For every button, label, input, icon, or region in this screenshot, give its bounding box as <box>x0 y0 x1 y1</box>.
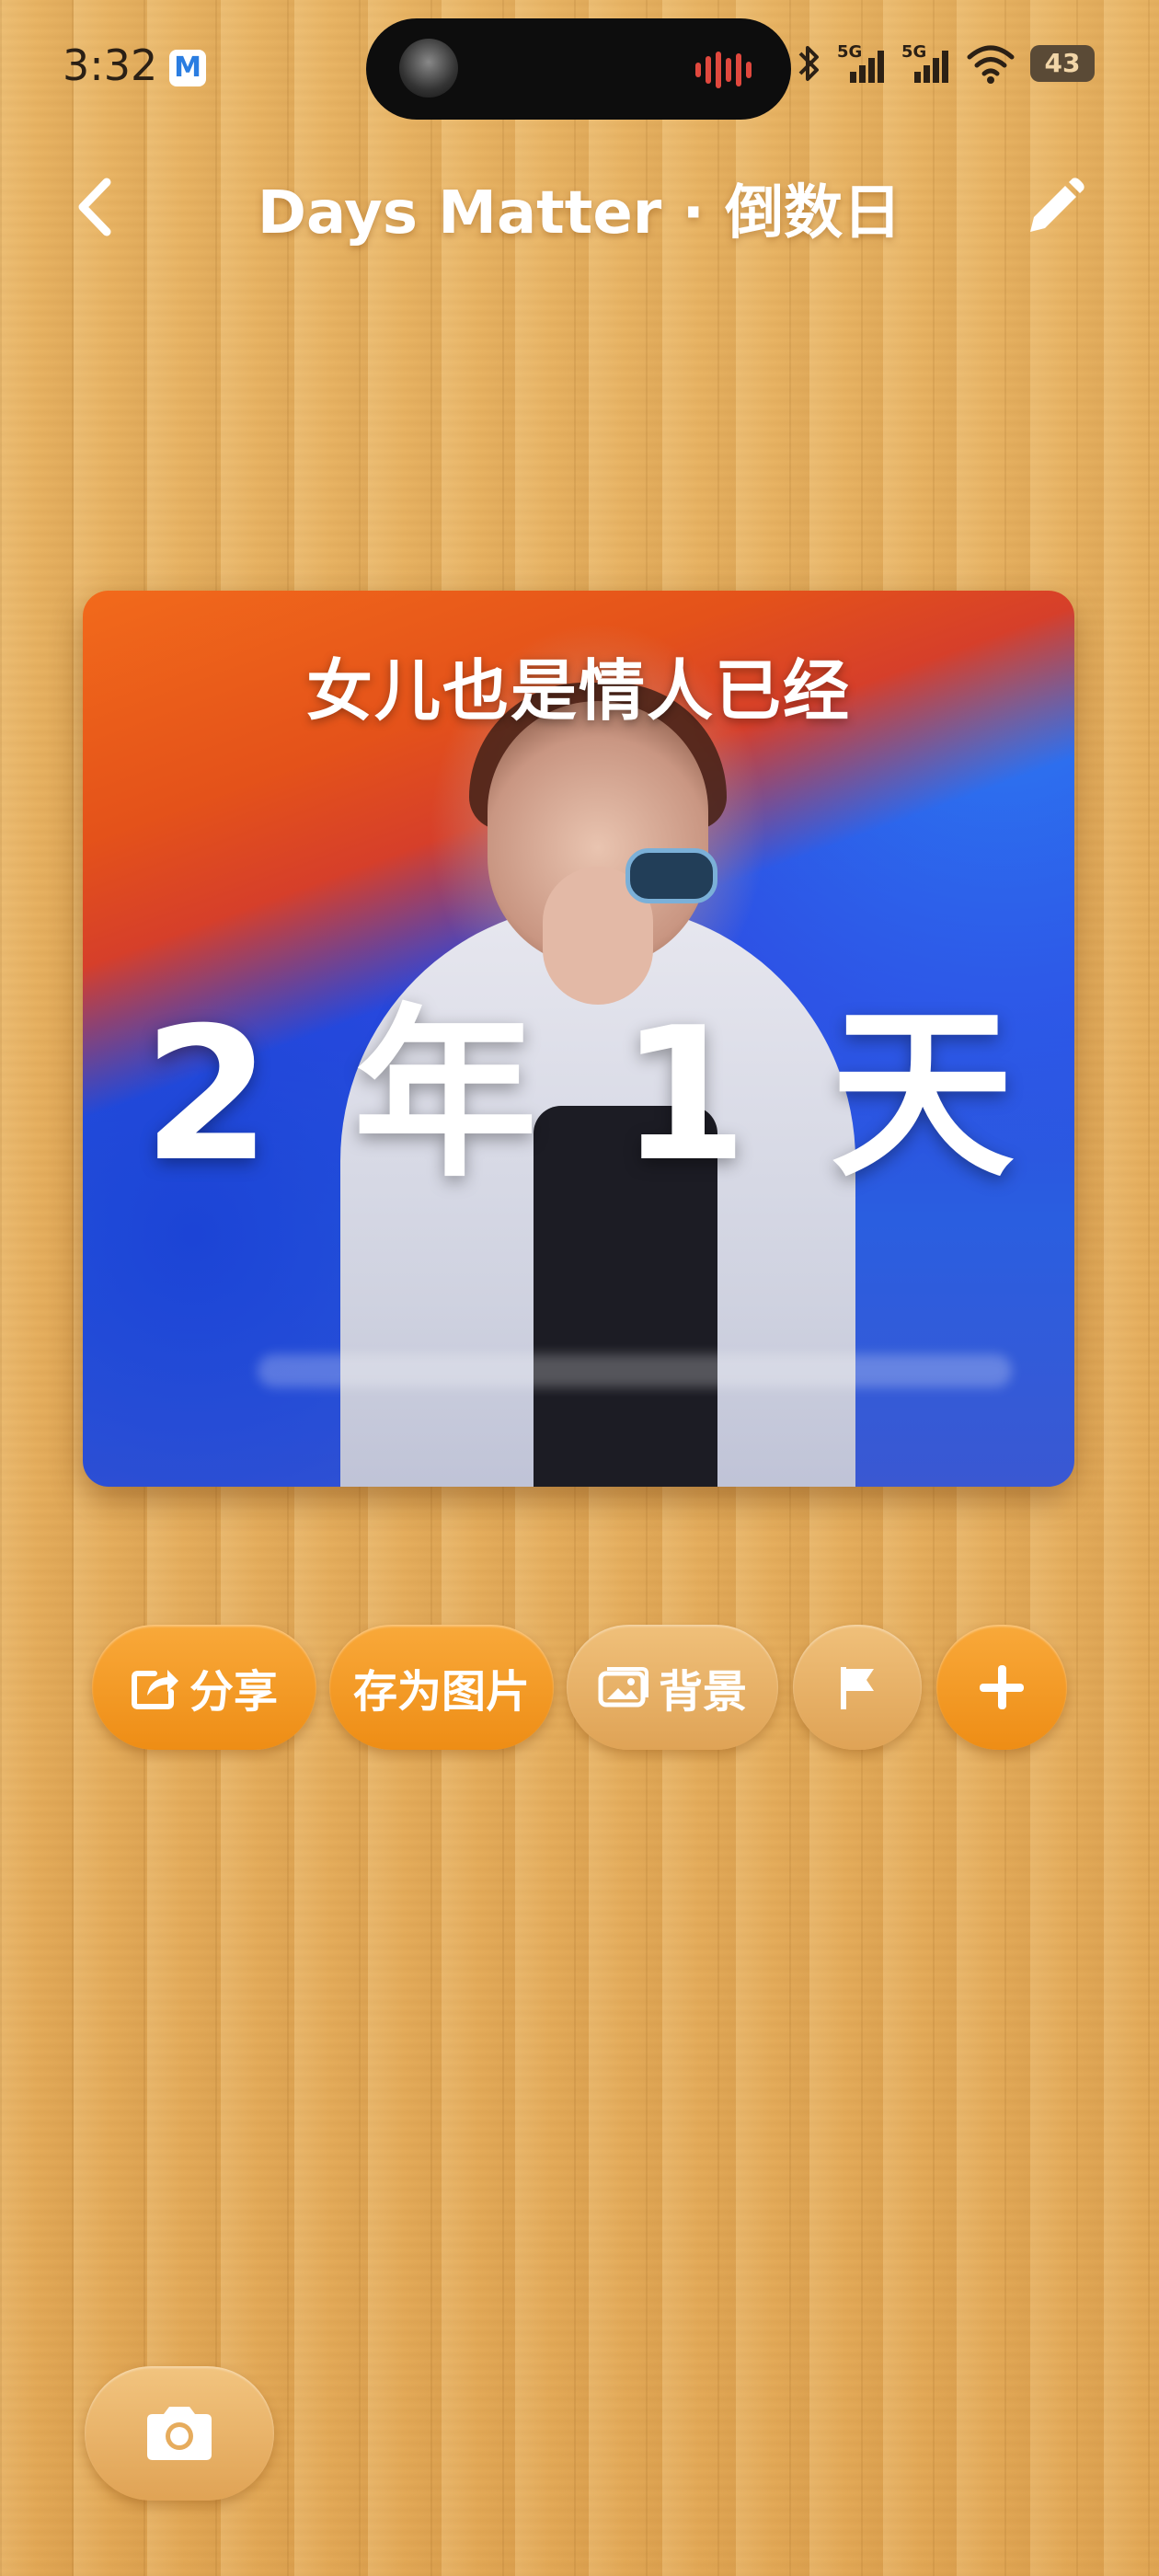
wifi-icon <box>967 45 1015 84</box>
back-button[interactable] <box>64 175 129 239</box>
chevron-left-icon <box>78 178 111 236</box>
elapsed-duration: 2 年 1 天 <box>143 988 1015 1202</box>
page-title: Days Matter · 倒数日 <box>257 179 902 247</box>
edit-button[interactable] <box>1021 175 1087 241</box>
photo-blurred-text <box>258 1354 1012 1387</box>
save-image-label: 存为图片 <box>352 1666 530 1718</box>
signal-bars-icon <box>914 51 948 83</box>
event-card[interactable]: 女儿也是情人已经 2 年 1 天 <box>83 591 1074 1487</box>
mail-app-icon: M <box>169 50 206 86</box>
status-bar: 3:32 M 5G 5G 43 <box>0 0 1159 138</box>
status-icons: 5G 5G 43 <box>795 42 1095 85</box>
cellular-signal-1: 5G <box>837 42 887 85</box>
camera-button[interactable] <box>85 2366 274 2501</box>
dynamic-island[interactable] <box>366 18 791 120</box>
flag-button[interactable] <box>793 1625 922 1750</box>
plus-icon <box>980 1665 1024 1709</box>
now-playing-thumbnail <box>399 39 458 98</box>
audio-wave-icon <box>695 52 760 88</box>
microphone-icon <box>625 848 717 903</box>
event-caption: 女儿也是情人已经 <box>305 652 851 730</box>
pencil-icon <box>1030 178 1084 232</box>
signal-bars-icon <box>850 51 884 83</box>
image-icon <box>598 1667 648 1708</box>
add-button[interactable] <box>936 1625 1067 1750</box>
save-image-button[interactable]: 存为图片 <box>329 1625 554 1750</box>
cellular-signal-2: 5G <box>901 42 951 85</box>
background-button[interactable]: 背景 <box>567 1625 778 1750</box>
share-label: 分享 <box>189 1666 278 1718</box>
battery-indicator: 43 <box>1030 45 1095 82</box>
background-label: 背景 <box>658 1666 747 1718</box>
share-button[interactable]: 分享 <box>92 1625 316 1750</box>
flag-icon <box>841 1667 874 1709</box>
status-time: 3:32 <box>63 40 158 90</box>
share-icon <box>131 1670 178 1709</box>
camera-icon <box>147 2407 212 2460</box>
bluetooth-icon <box>798 46 819 81</box>
